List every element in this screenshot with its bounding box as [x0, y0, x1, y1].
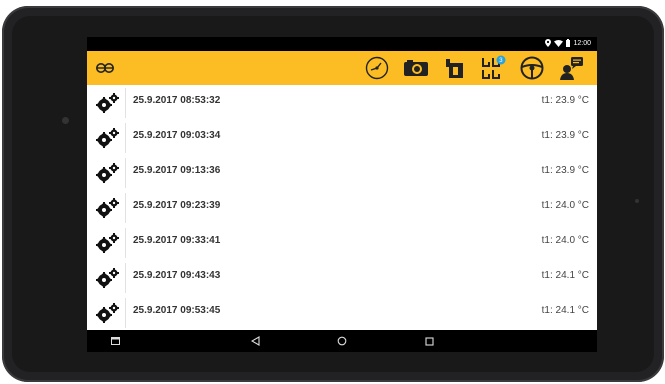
temperature-value: t1: 24.0 °C — [541, 200, 589, 211]
wheels-icon[interactable]: 3 — [479, 54, 509, 82]
list-item[interactable]: 25.9.2017 09:13:36 t1: 23.9 °C — [87, 155, 597, 191]
status-bar: 12:00 — [87, 37, 597, 51]
gears-icon — [90, 123, 126, 153]
log-timestamp: 25.9.2017 09:43:43 — [133, 270, 221, 281]
list-item[interactable]: 25.9.2017 09:33:41 t1: 24.0 °C — [87, 225, 597, 261]
list-item[interactable]: 25.9.2017 08:53:32 t1: 23.9 °C — [87, 85, 597, 121]
gears-icon — [90, 228, 126, 258]
log-timestamp: 25.9.2017 09:33:41 — [133, 235, 221, 246]
speedometer-icon[interactable] — [363, 54, 391, 82]
status-time: 12:00 — [573, 39, 591, 47]
back-icon[interactable] — [243, 330, 267, 352]
list-item[interactable]: 25.9.2017 09:53:45 t1: 24.1 °C — [87, 295, 597, 330]
temperature-value: t1: 23.9 °C — [541, 165, 589, 176]
sensor-log-list[interactable]: 25.9.2017 08:53:32 t1: 23.9 °C 25.9.2017… — [87, 85, 597, 330]
log-timestamp: 25.9.2017 08:53:32 — [133, 95, 221, 106]
log-timestamp: 25.9.2017 09:23:39 — [133, 200, 221, 211]
log-timestamp: 25.9.2017 09:53:45 — [133, 305, 221, 316]
home-icon[interactable] — [330, 330, 354, 352]
sensor — [635, 199, 639, 203]
screen: 12:00 3 25.9.2017 08:53:32 t1: 23.9 °C 2… — [87, 37, 597, 352]
list-item[interactable]: 25.9.2017 09:03:34 t1: 23.9 °C — [87, 120, 597, 156]
temperature-value: t1: 23.9 °C — [541, 130, 589, 141]
app-logo-icon[interactable] — [93, 54, 117, 82]
gears-icon — [90, 158, 126, 188]
battery-icon — [566, 39, 571, 47]
location-icon — [545, 39, 552, 47]
gears-icon — [90, 88, 126, 118]
overview-icon[interactable] — [417, 330, 441, 352]
temperature-value: t1: 24.1 °C — [541, 305, 589, 316]
toolbar: 3 — [87, 51, 597, 85]
gears-icon — [90, 193, 126, 223]
navigation-bar — [87, 330, 597, 352]
temperature-value: t1: 24.0 °C — [541, 235, 589, 246]
wifi-icon — [554, 39, 564, 47]
list-item[interactable]: 25.9.2017 09:23:39 t1: 24.0 °C — [87, 190, 597, 226]
gears-icon — [90, 263, 126, 293]
driver-message-icon[interactable] — [557, 54, 587, 82]
list-item[interactable]: 25.9.2017 09:43:43 t1: 24.1 °C — [87, 260, 597, 296]
steering-wheel-icon[interactable] — [517, 54, 547, 82]
gears-icon — [90, 298, 126, 328]
camera-icon[interactable] — [400, 54, 432, 82]
log-timestamp: 25.9.2017 09:03:34 — [133, 130, 221, 141]
trailer-icon[interactable] — [441, 54, 469, 82]
log-timestamp: 25.9.2017 09:13:36 — [133, 165, 221, 176]
recents-icon[interactable] — [103, 330, 127, 352]
temperature-value: t1: 23.9 °C — [541, 95, 589, 106]
temperature-value: t1: 24.1 °C — [541, 270, 589, 281]
front-camera — [62, 117, 69, 124]
